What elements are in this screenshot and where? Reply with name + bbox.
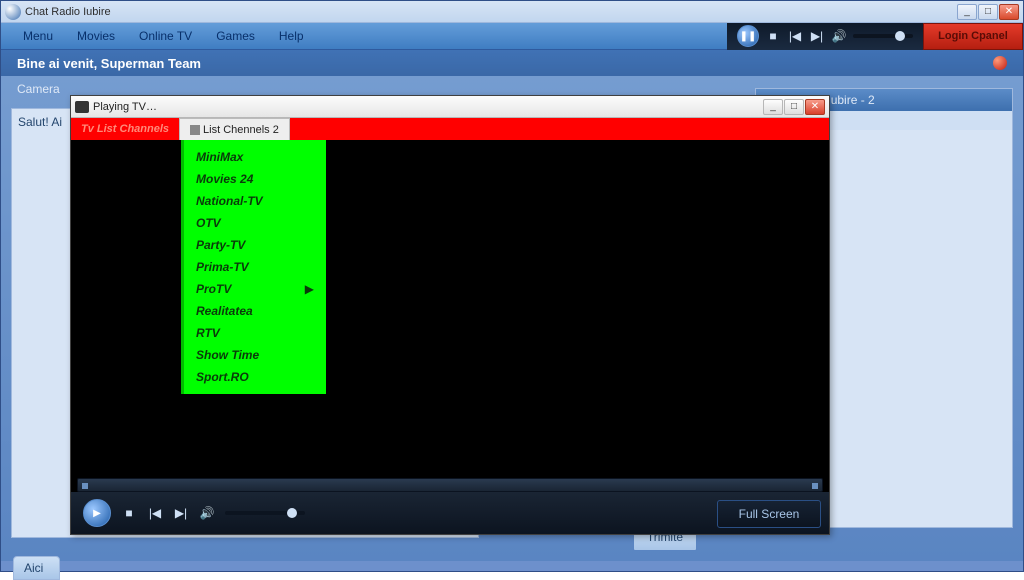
welcome-bar: Bine ai venit, Superman Team xyxy=(1,50,1023,76)
menu-games[interactable]: Games xyxy=(204,25,267,47)
submenu-arrow-icon: ▶ xyxy=(305,282,314,296)
tv-playbar: ▶ ■ |◀ ▶| 🔊 xyxy=(71,492,829,534)
channel-tabs: Tv List Channels List Chennels 2 xyxy=(71,118,829,140)
tab-list-channels-2[interactable]: List Chennels 2 xyxy=(179,118,290,140)
tv-minimize-button[interactable]: _ xyxy=(763,99,783,115)
chat-preview: Salut! Ai xyxy=(18,115,62,129)
prev-icon[interactable]: |◀ xyxy=(787,28,803,44)
login-cpanel-button[interactable]: Login Cpanel xyxy=(923,23,1023,50)
tv-volume-slider[interactable] xyxy=(225,511,305,515)
channel-party-tv[interactable]: Party-TV xyxy=(188,234,322,256)
maximize-button[interactable]: □ xyxy=(978,4,998,20)
video-area: MiniMaxMovies 24National-TVOTVParty-TVPr… xyxy=(71,140,829,474)
menu-help[interactable]: Help xyxy=(267,25,316,47)
tv-icon xyxy=(75,101,89,113)
tv-close-button[interactable]: ✕ xyxy=(805,99,825,115)
fullscreen-button[interactable]: Full Screen xyxy=(717,500,821,528)
channel-rtv[interactable]: RTV xyxy=(188,322,322,344)
status-dot-icon xyxy=(993,56,1007,70)
channel-show-time[interactable]: Show Time xyxy=(188,344,322,366)
channel-prima-tv[interactable]: Prima-TV xyxy=(188,256,322,278)
app-title: Chat Radio Iubire xyxy=(25,6,111,18)
volume-icon[interactable]: 🔊 xyxy=(831,28,847,44)
channel-national-tv[interactable]: National-TV xyxy=(188,190,322,212)
tab-list-channels-1[interactable]: Tv List Channels xyxy=(71,118,179,140)
tv-maximize-button[interactable]: □ xyxy=(784,99,804,115)
menubar: Menu Movies Online TV Games Help ❚❚ ■ |◀… xyxy=(1,23,1023,50)
tv-prev-icon[interactable]: |◀ xyxy=(147,505,163,521)
stop-icon[interactable]: ■ xyxy=(765,28,781,44)
channel-minimax[interactable]: MiniMax xyxy=(188,146,322,168)
aici-label: Aici xyxy=(13,556,60,580)
tv-stop-icon[interactable]: ■ xyxy=(121,505,137,521)
header-play-icon[interactable]: ❚❚ xyxy=(737,25,759,47)
menu-menu[interactable]: Menu xyxy=(11,25,65,47)
minimize-button[interactable]: _ xyxy=(957,4,977,20)
seek-bar[interactable] xyxy=(77,478,823,492)
outer-window-controls: _ □ ✕ xyxy=(957,4,1019,20)
close-button[interactable]: ✕ xyxy=(999,4,1019,20)
playing-tv-window: Playing TV… _ □ ✕ Tv List Channels List … xyxy=(70,95,830,535)
app-titlebar: Chat Radio Iubire _ □ ✕ xyxy=(1,1,1023,23)
play-button[interactable]: ▶ xyxy=(83,499,111,527)
channel-realitatea[interactable]: Realitatea xyxy=(188,300,322,322)
next-icon[interactable]: ▶| xyxy=(809,28,825,44)
menu-online-tv[interactable]: Online TV xyxy=(127,25,204,47)
channel-protv[interactable]: ProTV▶ xyxy=(188,278,322,300)
channel-movies-24[interactable]: Movies 24 xyxy=(188,168,322,190)
welcome-text: Bine ai venit, Superman Team xyxy=(17,56,201,71)
channel-sport-ro[interactable]: Sport.RO xyxy=(188,366,322,388)
tv-next-icon[interactable]: ▶| xyxy=(173,505,189,521)
app-icon xyxy=(5,4,21,20)
tv-volume-icon[interactable]: 🔊 xyxy=(199,505,215,521)
channel-menu: MiniMaxMovies 24National-TVOTVParty-TVPr… xyxy=(181,140,326,394)
tv-window-controls: _ □ ✕ xyxy=(763,99,825,115)
volume-slider[interactable] xyxy=(853,34,913,38)
header-player: ❚❚ ■ |◀ ▶| 🔊 xyxy=(727,23,923,50)
channel-otv[interactable]: OTV xyxy=(188,212,322,234)
tv-title: Playing TV… xyxy=(93,101,157,113)
menu-movies[interactable]: Movies xyxy=(65,25,127,47)
tv-titlebar: Playing TV… _ □ ✕ xyxy=(71,96,829,118)
